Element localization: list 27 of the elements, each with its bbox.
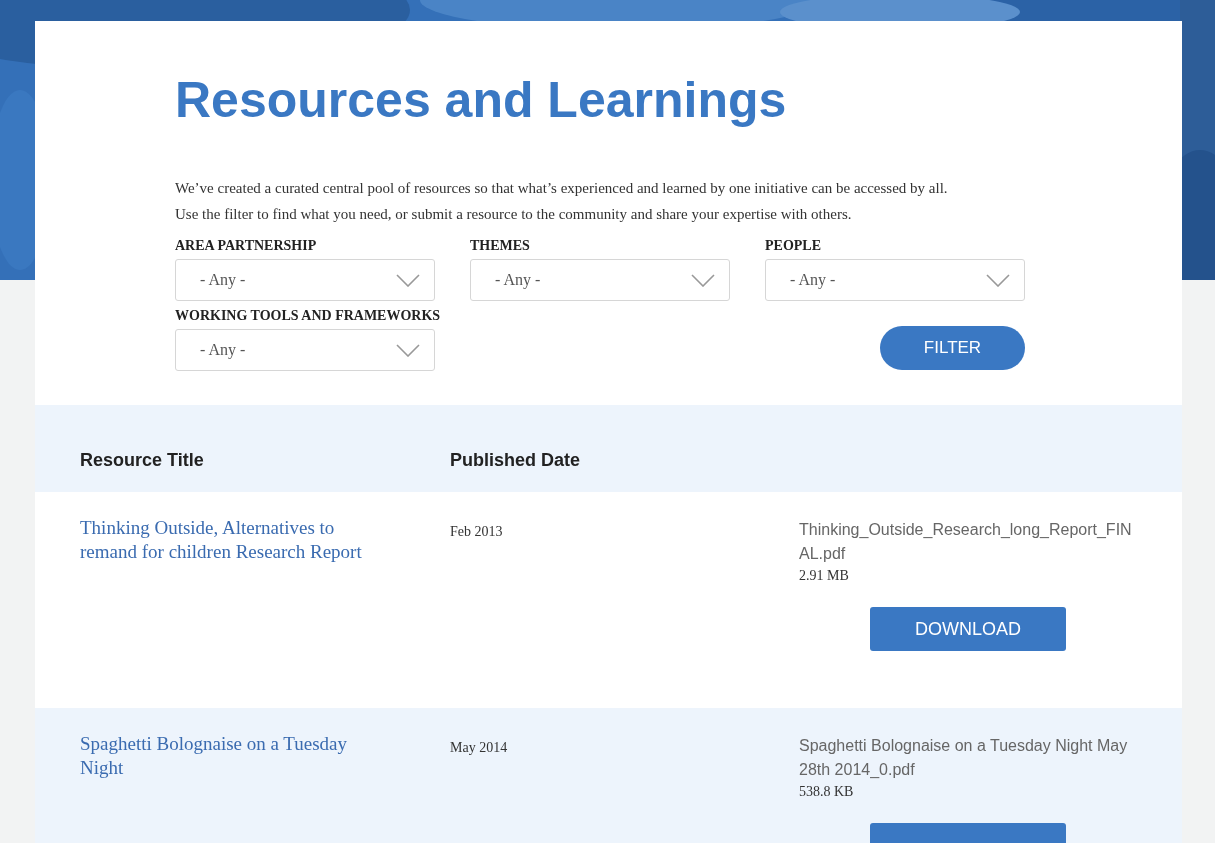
resource-title-link[interactable]: Spaghetti Bolognaise on a Tuesday Night	[80, 732, 390, 780]
published-date: May 2014	[450, 740, 508, 755]
chevron-down-icon	[691, 273, 715, 287]
file-name: Thinking_Outside_Research_long_Report_FINAL.pdf	[799, 520, 1133, 564]
select-dropdown[interactable]: - Any -	[175, 329, 435, 371]
file-size: 2.91 MB	[799, 567, 849, 585]
filter-label: THEMES	[470, 237, 530, 255]
file-size: 538.8 KB	[799, 783, 854, 801]
column-header: Resource Title	[80, 450, 204, 470]
chevron-down-icon	[396, 343, 420, 357]
select-dropdown[interactable]: - Any -	[765, 259, 1025, 301]
resource-title-link[interactable]: Thinking Outside, Alternatives to remand for children Research Report	[80, 516, 390, 564]
column-header: Published Date	[450, 450, 581, 470]
published-date: Feb 2013	[450, 524, 503, 539]
chevron-down-icon	[986, 273, 1010, 287]
page-title: Resources and Learnings	[175, 71, 788, 130]
file-name: Spaghetti Bolognaise on a Tuesday Night May 28th 2014_0.pdf	[799, 736, 1129, 780]
filter-label: PEOPLE	[765, 237, 821, 255]
chevron-down-icon	[396, 273, 420, 287]
select-dropdown[interactable]: - Any -	[470, 259, 730, 301]
intro-text: We’ve created a curated central pool of resources so that what’s experienced and learned by one initiative can be accessed by all.	[175, 179, 949, 198]
filter-label: WORKING TOOLS AND FRAMEWORKS	[175, 307, 441, 325]
select-dropdown[interactable]: - Any -	[175, 259, 435, 301]
intro-text: Use the filter to find what you need, or submit a resource to the community and share your expertise with others.	[175, 205, 853, 224]
filter-label: AREA PARTNERSHIP	[175, 237, 317, 255]
filter-button[interactable]: FILTER	[880, 326, 1025, 370]
download-button[interactable]: DOWNLOAD	[870, 607, 1066, 651]
